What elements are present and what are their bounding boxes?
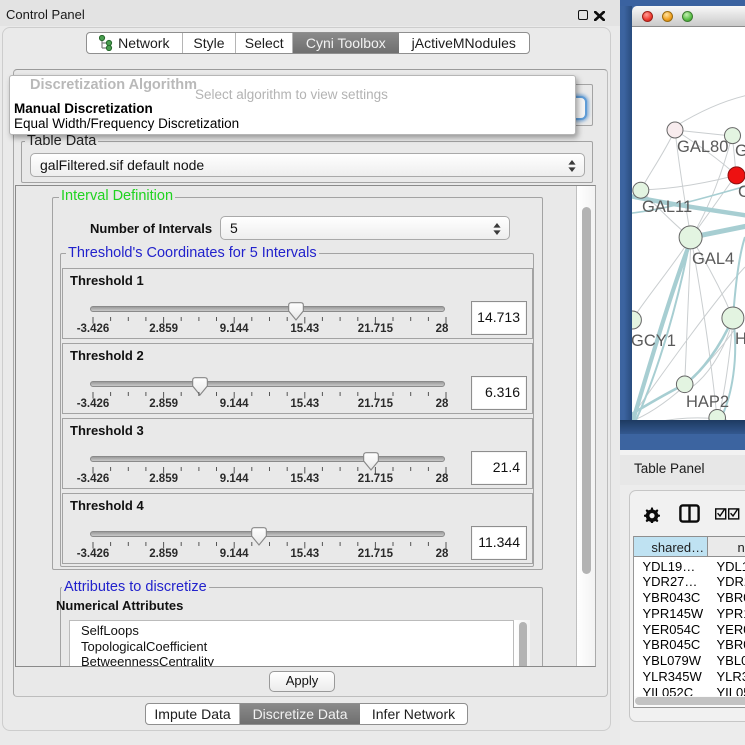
svg-text:GAL80: GAL80: [677, 138, 728, 156]
svg-text:C: C: [738, 183, 745, 201]
svg-text:GAL4: GAL4: [692, 250, 734, 268]
svg-text:GCY1: GCY1: [632, 332, 676, 350]
svg-text:GAL11: GAL11: [642, 198, 692, 216]
svg-text:GA: GA: [735, 142, 745, 160]
svg-text:H: H: [735, 330, 745, 348]
svg-text:HAP2: HAP2: [686, 393, 729, 411]
